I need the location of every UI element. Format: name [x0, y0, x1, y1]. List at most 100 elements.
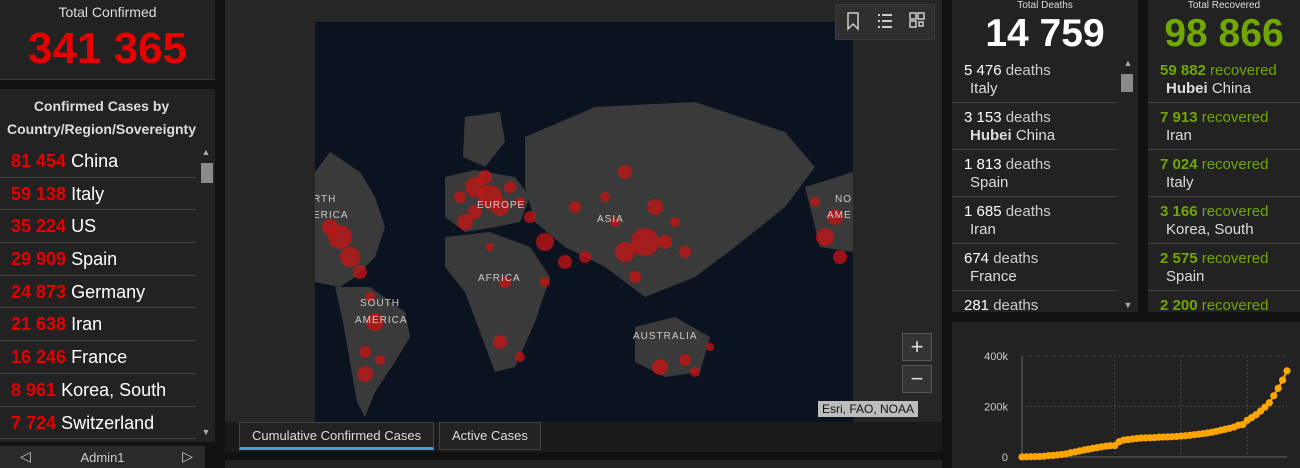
list-item[interactable]: 7 913 recovered Iran: [1148, 103, 1300, 150]
map-label-australia: AUSTRALIA: [633, 331, 698, 342]
case-bubble: [558, 255, 572, 269]
case-bubble: [359, 346, 371, 358]
y-tick-label: 200k: [984, 402, 1008, 414]
case-bubble: [670, 217, 680, 227]
tab-cumulative-confirmed[interactable]: Cumulative Confirmed Cases: [239, 422, 435, 450]
data-point: [1265, 399, 1273, 407]
country-name: France: [970, 268, 1017, 285]
map-label-north-america-east-top: NO: [835, 194, 852, 205]
list-item[interactable]: 35 224 US: [0, 210, 196, 244]
list-item[interactable]: 59 882 recovered Hubei China: [1148, 56, 1300, 103]
count-value: 2 200: [1160, 297, 1198, 314]
recovered-list: 59 882 recovered Hubei China 7 913 recover…: [1148, 56, 1300, 338]
scroll-up-icon[interactable]: ▲: [1121, 58, 1135, 68]
qr-icon[interactable]: [908, 11, 930, 31]
list-item[interactable]: 1 685 deaths Iran: [952, 197, 1118, 244]
case-bubble: [629, 271, 641, 283]
scroll-up-icon[interactable]: ▲: [199, 147, 213, 157]
deaths-list-scrollbar[interactable]: ▲ ▼: [1119, 58, 1135, 310]
total-recovered-value: 98 866: [1164, 12, 1284, 55]
list-item[interactable]: 16 246 France: [0, 341, 196, 374]
scroll-thumb[interactable]: [201, 163, 213, 183]
map-label-north-america-bottom: ERICA: [315, 210, 349, 221]
country-name: China: [1211, 80, 1252, 97]
case-bubble: [658, 235, 672, 249]
list-item[interactable]: 24 873 Germany: [0, 276, 196, 309]
case-bubble: [515, 352, 525, 362]
count-value: 2 575: [1160, 250, 1198, 267]
scroll-down-icon[interactable]: ▼: [1121, 300, 1135, 310]
world-map[interactable]: EUROPE ASIA AFRICA SOUTH AMERICA AUSTRAL…: [315, 22, 853, 422]
scroll-thumb[interactable]: [1121, 74, 1133, 92]
map-label-north-america-top: RTH: [315, 194, 336, 205]
list-item[interactable]: 7 024 recovered Italy: [1148, 150, 1300, 197]
list-item[interactable]: 1 813 deaths Spain: [952, 150, 1118, 197]
country-name: Italy: [1166, 174, 1194, 191]
next-arrow-icon[interactable]: ▷: [182, 448, 193, 465]
map-toolbar: [835, 4, 935, 40]
total-deaths-label: Total Deaths: [1017, 0, 1073, 11]
case-bubble: [647, 199, 663, 215]
list-item[interactable]: 2 575 recovered Spain: [1148, 244, 1300, 291]
map-label-asia: ASIA: [597, 214, 624, 225]
case-count: 8 961: [11, 379, 57, 400]
count-suffix: deaths: [1005, 203, 1051, 220]
list-item[interactable]: 7 724 Switzerland: [0, 407, 196, 440]
country-name: Iran: [1166, 127, 1192, 144]
zoom-in-button[interactable]: +: [902, 333, 932, 361]
list-item[interactable]: 3 166 recovered Korea, South: [1148, 197, 1300, 244]
zoom-out-button[interactable]: −: [902, 365, 932, 393]
case-bubble: [540, 277, 550, 287]
country-name: France: [71, 347, 128, 368]
country-name: Italy: [970, 80, 998, 97]
case-count: 81 454: [11, 151, 67, 171]
list-icon[interactable]: [876, 11, 898, 31]
data-point: [1283, 367, 1291, 375]
list-item[interactable]: 3 153 deaths Hubei China: [952, 103, 1118, 150]
case-bubble: [504, 181, 516, 193]
case-bubble: [810, 197, 820, 207]
list-item[interactable]: 29 909 Spain: [0, 243, 196, 276]
total-confirmed-value: 341 365: [27, 24, 188, 73]
case-bubble: [340, 247, 360, 267]
admin-level-label: Admin1: [80, 450, 125, 465]
map-tabs: Cumulative Confirmed Cases Active Cases: [225, 422, 942, 452]
case-bubble: [652, 359, 668, 375]
map-panel: EUROPE ASIA AFRICA SOUTH AMERICA AUSTRAL…: [225, 0, 942, 422]
map-label-europe: EUROPE: [477, 200, 525, 211]
count-suffix: recovered: [1201, 156, 1269, 173]
case-bubble: [569, 201, 581, 213]
count-suffix: recovered: [1210, 62, 1277, 79]
country-name: China: [71, 151, 119, 171]
confirmed-list-scrollbar[interactable]: ▲ ▼: [199, 147, 213, 437]
scroll-down-icon[interactable]: ▼: [199, 427, 213, 437]
case-bubble: [486, 243, 494, 251]
case-count: 7 724: [11, 412, 57, 433]
list-item[interactable]: 8 961 Korea, South: [0, 374, 196, 407]
bookmark-icon[interactable]: [844, 11, 866, 31]
confirmed-list: 81 454 China 59 138 Italy 35 224 US 29 9…: [0, 145, 196, 440]
list-item[interactable]: 21 638 Iran: [0, 308, 196, 342]
country-name: Spain: [970, 174, 1009, 191]
tab-active-cases[interactable]: Active Cases: [439, 422, 541, 450]
list-item[interactable]: 59 138 Italy: [0, 178, 196, 211]
count-suffix: deaths: [993, 297, 1039, 314]
case-bubble: [679, 354, 691, 366]
country-name: Iran: [970, 221, 996, 238]
case-count: 59 138: [11, 183, 67, 204]
list-item[interactable]: 674 deaths France: [952, 244, 1118, 291]
case-bubble: [579, 251, 591, 263]
region-name: Hubei: [1166, 80, 1208, 97]
y-tick-label: 400k: [984, 351, 1008, 363]
count-suffix: deaths: [993, 250, 1039, 267]
count-value: 3 153: [964, 109, 1002, 126]
recovered-panel: Total Recovered 98 866 59 882 recovered H…: [1148, 0, 1300, 338]
confirmed-by-country-panel: Confirmed Cases by Country/Region/Sovere…: [0, 89, 215, 442]
list-item[interactable]: 5 476 deaths Italy: [952, 56, 1118, 103]
list-item[interactable]: 81 454 China: [0, 145, 196, 178]
map-attribution: Esri, FAO, NOAA: [818, 401, 919, 417]
world-map-svg[interactable]: EUROPE ASIA AFRICA SOUTH AMERICA AUSTRAL…: [315, 22, 853, 422]
count-value: 674: [964, 250, 990, 267]
country-name: Italy: [71, 183, 105, 204]
case-bubble: [322, 219, 338, 235]
